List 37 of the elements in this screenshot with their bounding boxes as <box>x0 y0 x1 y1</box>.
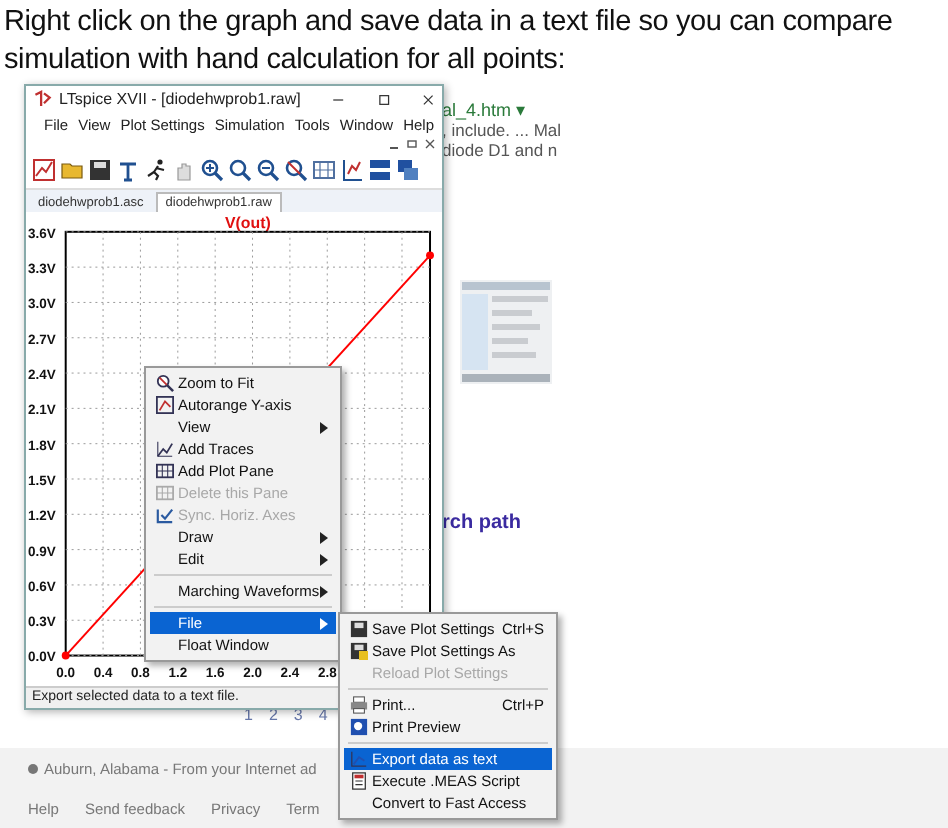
close-icon[interactable] <box>421 91 435 108</box>
snippet-text: , include. ... Mal <box>442 120 562 140</box>
zoom-fit-icon <box>155 374 173 392</box>
chart-icon <box>349 750 367 768</box>
autorange-icon[interactable] <box>340 157 364 182</box>
grid-icon[interactable] <box>312 157 336 182</box>
trace-label: V(out) <box>225 214 271 233</box>
pane-icon <box>155 484 173 502</box>
zoom-fit-icon[interactable] <box>284 157 308 182</box>
script-icon <box>349 772 367 790</box>
zoom-out-icon[interactable] <box>256 157 280 182</box>
close-icon[interactable] <box>424 137 436 150</box>
autorange-icon <box>155 396 173 414</box>
location-dot-icon <box>28 763 38 773</box>
submenu-arrow-icon <box>320 421 328 433</box>
app-icon <box>34 88 52 111</box>
snippet-text: diode D1 and n <box>442 140 558 160</box>
save-icon[interactable] <box>88 157 112 182</box>
cascade-icon[interactable] <box>396 157 420 182</box>
zoom-in-icon[interactable] <box>200 157 224 182</box>
pane-icon <box>155 462 173 480</box>
submenu-arrow-icon <box>320 617 328 629</box>
submenu-arrow-icon <box>320 585 328 597</box>
runner-icon[interactable] <box>144 157 168 182</box>
chart-icon[interactable] <box>32 157 56 182</box>
printer-icon <box>349 696 367 714</box>
result-link[interactable]: al_4.htm ▾ <box>442 100 527 120</box>
folder-icon[interactable] <box>60 157 84 182</box>
restore-icon[interactable] <box>406 137 418 150</box>
save-icon <box>349 620 367 638</box>
caption-text: Right click on the graph and save data in a text file so you can compare simulation with hand calculation for all points: <box>2 4 895 80</box>
tile-icon[interactable] <box>368 157 392 182</box>
maximize-icon[interactable] <box>377 91 390 108</box>
traces-icon <box>155 440 173 458</box>
checkmark-icon <box>155 506 173 524</box>
save-icon <box>349 642 367 660</box>
window-title: LTspice XVII - [diodehwprob1.raw] <box>59 90 301 109</box>
